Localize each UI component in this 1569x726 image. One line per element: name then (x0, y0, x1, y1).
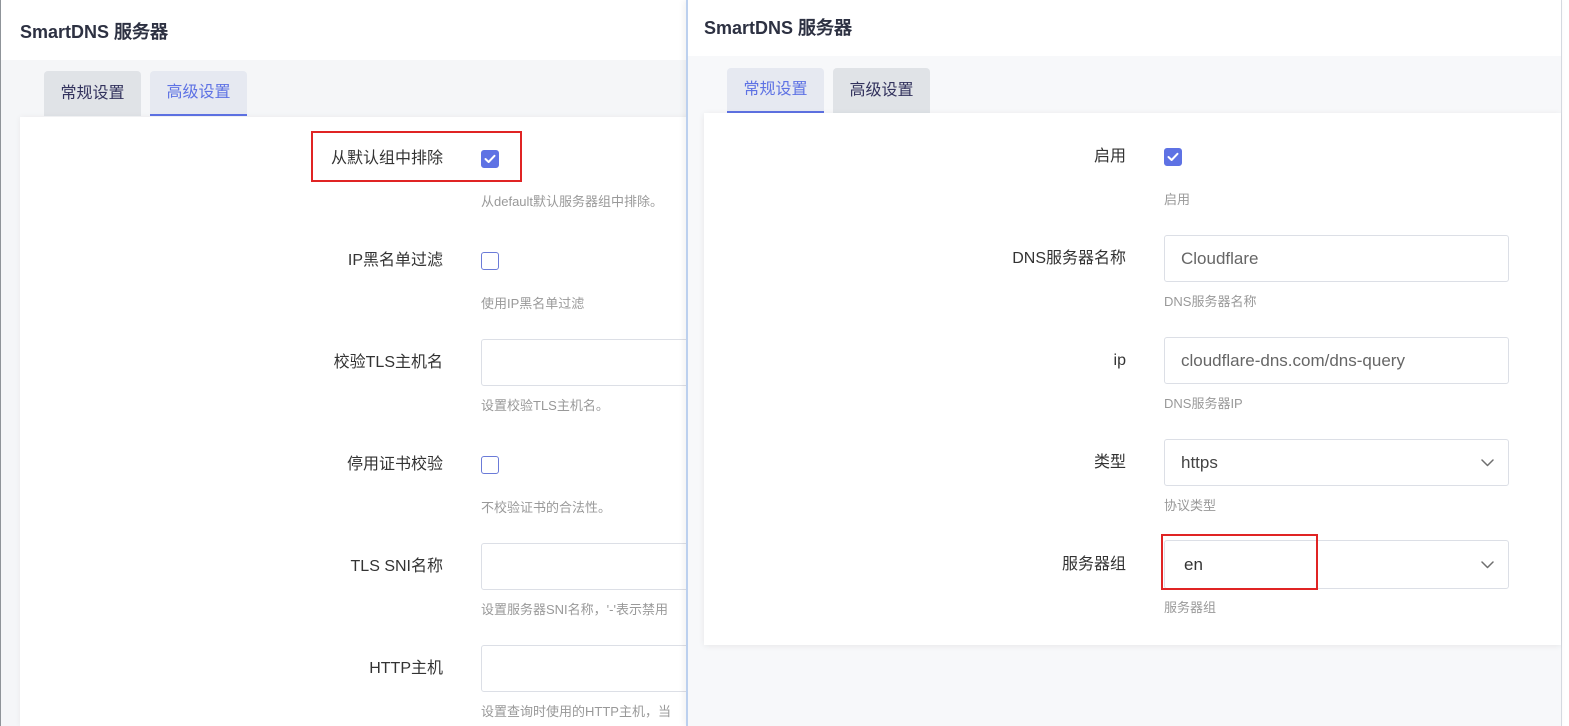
field-control (481, 441, 499, 488)
checkmark-icon (1167, 152, 1179, 161)
field-description: 协议类型 (1164, 498, 1217, 513)
field-control (1164, 337, 1509, 384)
form-row-ip: ip DNS服务器IP (704, 337, 1561, 439)
tab-advanced-settings[interactable]: 高级设置 (150, 71, 247, 116)
form-row-server-group: 服务器组 en 服务器组 (704, 540, 1561, 643)
field-control (481, 339, 700, 386)
field-control (1164, 235, 1509, 282)
field-control (481, 645, 700, 692)
form-row-disable-cert-check: 停用证书校验 不校验证书的合法性。 (20, 441, 700, 543)
select-value: en (1184, 554, 1203, 574)
select-value: https (1181, 452, 1218, 472)
field-description: DNS服务器名称 (1164, 294, 1257, 309)
field-label: HTTP主机 (369, 660, 443, 677)
field-label: 停用证书校验 (346, 456, 443, 473)
chevron-down-icon (1481, 458, 1494, 466)
field-description: 服务器组 (1164, 600, 1217, 615)
field-control (481, 543, 700, 590)
form-row-tls-sni: TLS SNI名称 设置服务器SNI名称，'-'表示禁用 (20, 543, 700, 645)
form-row-dns-server-name: DNS服务器名称 DNS服务器名称 (704, 235, 1561, 337)
field-description: 不校验证书的合法性。 (481, 500, 612, 515)
settings-card: 从默认组中排除 从default默认服务器组中排除。 IP黑名单过滤 使用IP黑… (20, 117, 700, 726)
server-group-select[interactable]: en (1164, 540, 1509, 589)
form-row-tls-hostname: 校验TLS主机名 设置校验TLS主机名。 (20, 339, 700, 441)
chevron-down-icon (1481, 560, 1494, 568)
field-control: en (1164, 540, 1509, 589)
field-label: DNS服务器名称 (1012, 250, 1126, 267)
enable-checkbox[interactable] (1164, 147, 1182, 166)
field-description: 使用IP黑名单过滤 (481, 296, 585, 311)
form-row-type: 类型 https 协议类型 (704, 439, 1561, 541)
field-label: IP黑名单过滤 (347, 252, 443, 269)
settings-card: 启用 启用 DNS服务器名称 DNS服务器名称 ip DNS服务器IP (704, 113, 1561, 645)
tls-sni-input[interactable] (481, 543, 700, 590)
field-control (481, 135, 499, 182)
exclude-default-group-checkbox[interactable] (481, 149, 499, 168)
field-control: https (1164, 439, 1509, 486)
field-description: 启用 (1164, 192, 1191, 207)
field-description: DNS服务器IP (1164, 396, 1243, 411)
advanced-settings-dialog: SmartDNS 服务器 常规设置 高级设置 从默认组中排除 从default默… (0, 0, 700, 726)
field-label: ip (1113, 352, 1126, 369)
ip-blacklist-checkbox[interactable] (481, 251, 499, 270)
general-settings-dialog: SmartDNS 服务器 常规设置 高级设置 启用 启用 DNS服务器名称 DN… (686, 0, 1562, 726)
field-description: 设置校验TLS主机名。 (481, 398, 609, 413)
http-host-input[interactable] (481, 645, 700, 692)
tab-bar: 常规设置 高级设置 (727, 68, 939, 113)
dialog-title: SmartDNS 服务器 (704, 18, 853, 38)
disable-cert-check-checkbox[interactable] (481, 455, 499, 474)
form-row-ip-blacklist: IP黑名单过滤 使用IP黑名单过滤 (20, 237, 700, 339)
field-label: 类型 (1093, 454, 1126, 471)
checkmark-icon (484, 154, 496, 163)
field-control (1164, 133, 1182, 180)
tab-general-settings[interactable]: 常规设置 (44, 71, 141, 116)
field-label: TLS SNI名称 (350, 558, 443, 575)
tab-advanced-settings[interactable]: 高级设置 (833, 68, 930, 113)
ip-input[interactable] (1164, 337, 1509, 384)
field-label: 服务器组 (1061, 556, 1126, 573)
protocol-type-select[interactable]: https (1164, 439, 1509, 486)
field-description: 从default默认服务器组中排除。 (481, 194, 664, 209)
field-description: 设置服务器SNI名称，'-'表示禁用 (481, 602, 668, 617)
dns-server-name-input[interactable] (1164, 235, 1509, 282)
tab-bar: 常规设置 高级设置 (44, 71, 256, 116)
form-row-http-host: HTTP主机 设置查询时使用的HTTP主机，当 (20, 645, 700, 726)
form-row-enable: 启用 启用 (704, 133, 1561, 235)
dialog-title: SmartDNS 服务器 (20, 22, 169, 42)
field-label: 启用 (1093, 148, 1126, 165)
field-label: 从默认组中排除 (330, 150, 443, 167)
field-label: 校验TLS主机名 (333, 354, 443, 371)
tls-hostname-input[interactable] (481, 339, 700, 386)
tab-general-settings[interactable]: 常规设置 (727, 68, 824, 113)
form-row-exclude-default-group: 从默认组中排除 从default默认服务器组中排除。 (20, 135, 700, 237)
field-description: 设置查询时使用的HTTP主机，当 (481, 704, 671, 719)
field-control (481, 237, 499, 284)
